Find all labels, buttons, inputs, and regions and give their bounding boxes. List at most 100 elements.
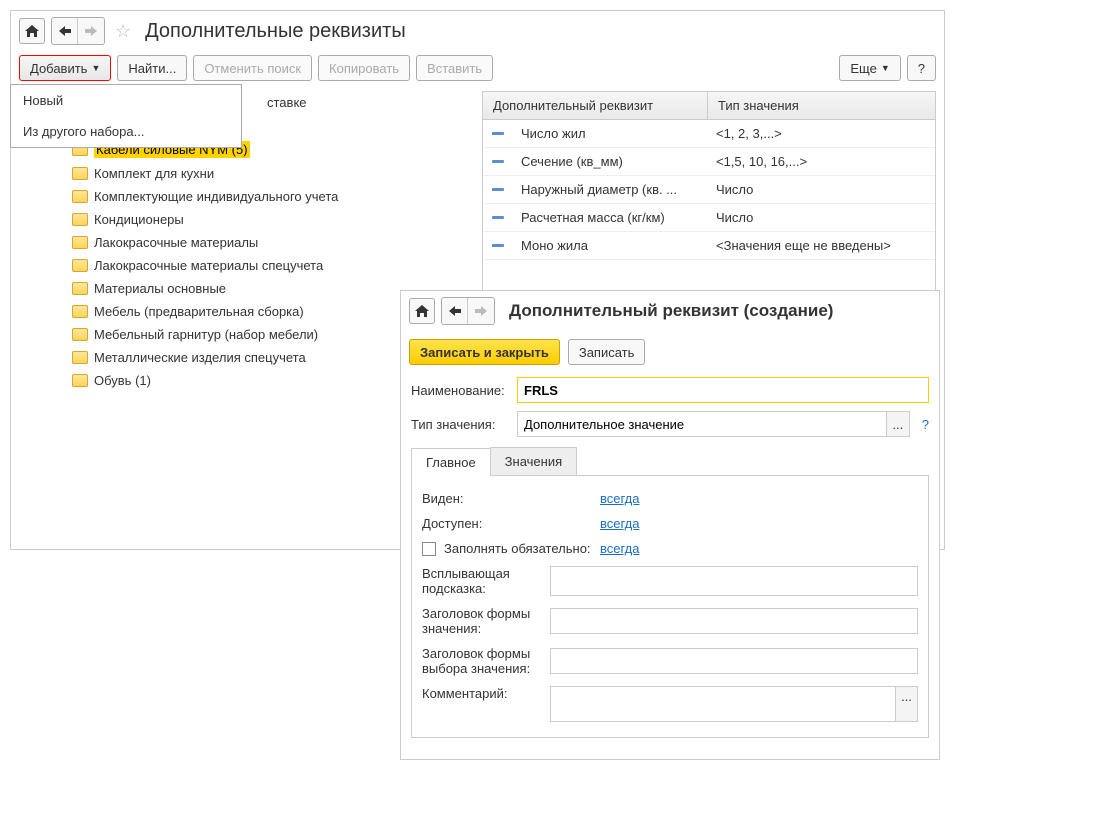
folder-icon [72, 282, 88, 295]
value-form-title-row: Заголовок формы значения: [422, 601, 918, 641]
cell-name: Сечение (кв_мм) [513, 150, 708, 173]
cell-name: Число жил [513, 122, 708, 145]
col-header-attribute[interactable]: Дополнительный реквизит [483, 92, 708, 119]
comment-expand-button[interactable]: ... [896, 686, 918, 722]
folder-icon [72, 305, 88, 318]
cell-name: Расчетная масса (кг/км) [513, 206, 708, 229]
save-and-close-button[interactable]: Записать и закрыть [409, 339, 560, 365]
required-label: Заполнять обязательно: [444, 541, 592, 556]
type-label: Тип значения: [411, 417, 511, 432]
attribute-icon [492, 216, 504, 219]
name-label: Наименование: [411, 383, 511, 398]
table-row[interactable]: Наружный диаметр (кв. ... Число [483, 176, 935, 204]
tree-item-label: Комплектующие индивидуального учета [94, 189, 338, 204]
required-value-link[interactable]: всегда [600, 541, 639, 556]
folder-icon [72, 236, 88, 249]
name-input[interactable] [517, 377, 929, 403]
cell-name: Наружный диаметр (кв. ... [513, 178, 708, 201]
back-button[interactable] [52, 18, 78, 44]
tooltip-input[interactable] [550, 566, 918, 596]
forward-button[interactable] [468, 298, 494, 324]
cell-type: Число [708, 178, 935, 201]
comment-label: Комментарий: [422, 686, 542, 701]
required-row: Заполнять обязательно: всегда [422, 536, 918, 561]
visible-value-link[interactable]: всегда [600, 491, 639, 506]
save-button[interactable]: Записать [568, 339, 646, 365]
tree-item-label: Обувь (1) [94, 373, 151, 388]
find-button[interactable]: Найти... [117, 55, 187, 81]
required-checkbox[interactable] [422, 542, 436, 556]
tree-item[interactable]: Комплектующие индивидуального учета [19, 185, 474, 208]
tree-item-label: Мебельный гарнитур (набор мебели) [94, 327, 318, 342]
help-button[interactable]: ? [907, 55, 936, 81]
paste-button[interactable]: Вставить [416, 55, 493, 81]
menu-item-from-other[interactable]: Из другого набора... [11, 116, 241, 147]
type-help-link[interactable]: ? [922, 417, 929, 432]
choice-form-title-input[interactable] [550, 648, 918, 674]
home-button[interactable] [19, 18, 45, 44]
table-row[interactable]: Сечение (кв_мм) <1,5, 10, 16,...> [483, 148, 935, 176]
tree-item-label: Мебель (предварительная сборка) [94, 304, 304, 319]
attribute-icon [492, 188, 504, 191]
choice-form-title-label: Заголовок формы выбора значения: [422, 646, 542, 676]
type-input-group: ... [517, 411, 910, 437]
folder-icon [72, 351, 88, 364]
caret-down-icon: ▼ [881, 63, 890, 73]
add-button[interactable]: Добавить ▼ [19, 55, 111, 81]
cell-type: <Значения еще не введены> [708, 234, 935, 257]
caret-down-icon: ▼ [91, 63, 100, 73]
tree-item-label: Комплект для кухни [94, 166, 214, 181]
add-button-label: Добавить [30, 61, 87, 76]
cancel-search-button[interactable]: Отменить поиск [193, 55, 312, 81]
more-button[interactable]: Еще ▼ [839, 55, 900, 81]
home-button[interactable] [409, 298, 435, 324]
more-button-label: Еще [850, 61, 876, 76]
cell-type: <1, 2, 3,...> [708, 122, 935, 145]
tree-item[interactable]: Лакокрасочные материалы спецучета [19, 254, 474, 277]
sub-toolbar: Записать и закрыть Записать [401, 331, 939, 373]
menu-item-new[interactable]: Новый [11, 85, 241, 116]
tree-item[interactable]: Кондиционеры [19, 208, 474, 231]
back-button[interactable] [442, 298, 468, 324]
available-row: Доступен: всегда [422, 511, 918, 536]
folder-icon [72, 190, 88, 203]
tooltip-row: Всплывающая подсказка: [422, 561, 918, 601]
visible-label: Виден: [422, 491, 592, 506]
tree-item-label: Кондиционеры [94, 212, 184, 227]
tree-item-label: Материалы основные [94, 281, 226, 296]
page-title: Дополнительные реквизиты [145, 20, 406, 43]
type-row: Тип значения: ... ? [401, 407, 939, 441]
comment-input[interactable] [550, 686, 896, 722]
sub-tabs: Главное Значения [411, 447, 929, 476]
tree-item[interactable]: Лакокрасочные материалы [19, 231, 474, 254]
table-header: Дополнительный реквизит Тип значения [483, 92, 935, 120]
visible-row: Виден: всегда [422, 486, 918, 511]
tab-main[interactable]: Главное [411, 448, 491, 476]
folder-icon [72, 374, 88, 387]
comment-input-group: ... [550, 686, 918, 722]
cell-type: Число [708, 206, 935, 229]
type-input[interactable] [517, 411, 886, 437]
forward-button[interactable] [78, 18, 104, 44]
attribute-icon [492, 160, 504, 163]
table-row[interactable]: Моно жила <Значения еще не введены> [483, 232, 935, 260]
col-header-type[interactable]: Тип значения [708, 92, 935, 119]
favorite-star-icon[interactable]: ☆ [115, 21, 131, 42]
nav-group [51, 17, 105, 45]
sub-title-bar: Дополнительный реквизит (создание) [401, 291, 939, 331]
table-row[interactable]: Расчетная масса (кг/км) Число [483, 204, 935, 232]
copy-button[interactable]: Копировать [318, 55, 410, 81]
table-row[interactable]: Число жил <1, 2, 3,...> [483, 120, 935, 148]
type-picker-button[interactable]: ... [886, 411, 910, 437]
tab-values[interactable]: Значения [490, 447, 577, 475]
folder-icon [72, 213, 88, 226]
folder-icon [72, 259, 88, 272]
sub-window-title: Дополнительный реквизит (создание) [509, 301, 833, 321]
tree-item[interactable]: Комплект для кухни [19, 162, 474, 185]
tree-item-label: Металлические изделия спецучета [94, 350, 306, 365]
value-form-title-input[interactable] [550, 608, 918, 634]
available-value-link[interactable]: всегда [600, 516, 639, 531]
value-form-title-label: Заголовок формы значения: [422, 606, 542, 636]
attribute-create-window: Дополнительный реквизит (создание) Запис… [400, 290, 940, 760]
folder-icon [72, 328, 88, 341]
